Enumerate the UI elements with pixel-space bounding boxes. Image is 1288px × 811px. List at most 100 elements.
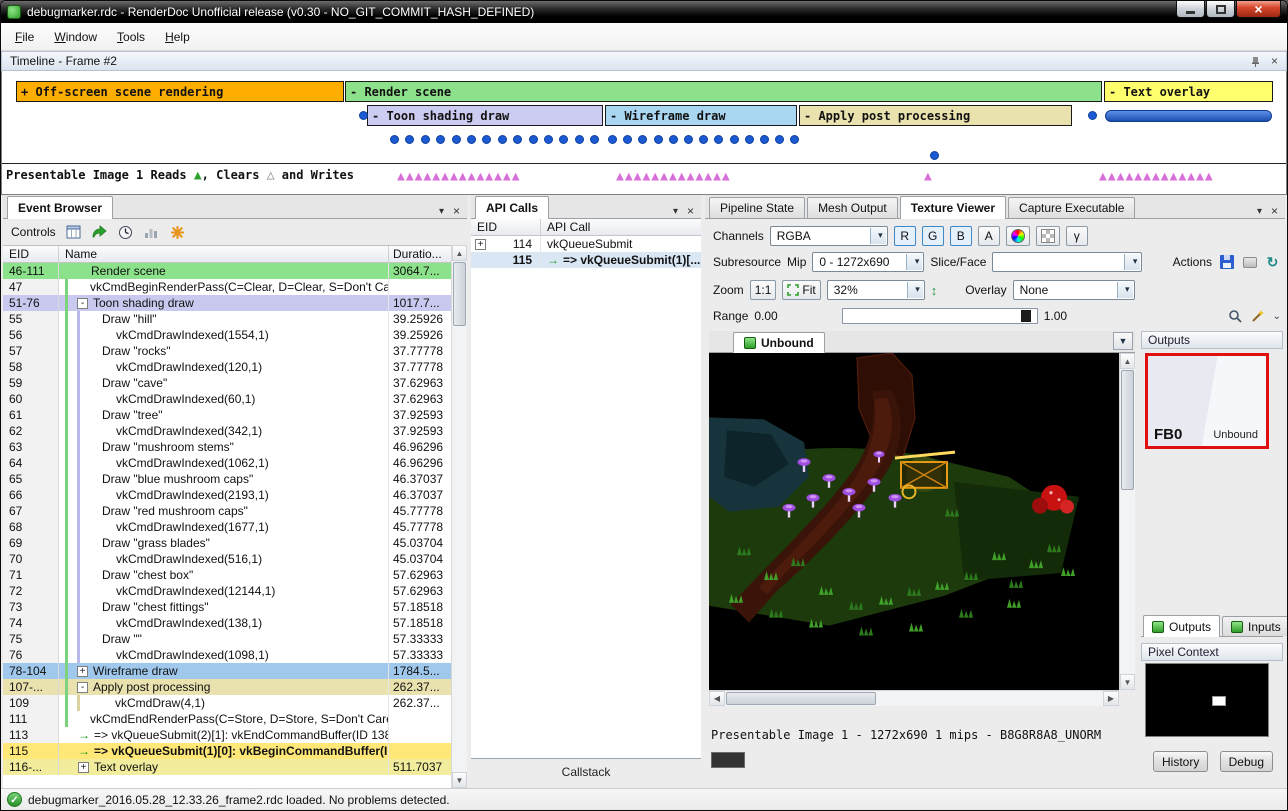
minimize-button[interactable] bbox=[1176, 1, 1205, 18]
tab-texture-viewer[interactable]: Texture Viewer bbox=[900, 196, 1006, 219]
draw-call-dot[interactable] bbox=[760, 135, 769, 144]
range-min-value[interactable]: 0.00 bbox=[754, 309, 777, 323]
draw-call-dot[interactable] bbox=[699, 135, 708, 144]
event-row[interactable]: 113→=> vkQueueSubmit(2)[1]: vkEndCommand… bbox=[3, 727, 451, 743]
draw-call-dot[interactable] bbox=[575, 135, 584, 144]
draw-call-dot[interactable] bbox=[559, 135, 568, 144]
panel-menu-icon[interactable]: ▾ bbox=[1257, 206, 1262, 217]
overlay-select[interactable]: None bbox=[1013, 280, 1135, 300]
timeline-marker-bar[interactable]: - Apply post processing bbox=[799, 105, 1072, 126]
api-table-header[interactable]: EID API Call bbox=[471, 219, 701, 236]
event-row[interactable]: 75Draw ""57.33333 bbox=[3, 631, 451, 647]
draw-call-dot[interactable] bbox=[930, 151, 939, 160]
column-api-call[interactable]: API Call bbox=[541, 219, 701, 235]
event-row[interactable]: 56vkCmdDrawIndexed(1554,1)39.25926 bbox=[3, 327, 451, 343]
event-row[interactable]: 59Draw "cave"37.62963 bbox=[3, 375, 451, 391]
range-slider[interactable] bbox=[842, 308, 1038, 324]
capture-settings-icon[interactable] bbox=[1241, 254, 1258, 271]
draw-call-dot[interactable] bbox=[669, 135, 678, 144]
timeline-panel-header[interactable]: Timeline - Frame #2 × bbox=[1, 51, 1287, 71]
scroll-up-icon[interactable]: ▲ bbox=[452, 245, 467, 261]
tab-pipeline-state[interactable]: Pipeline State bbox=[709, 197, 805, 218]
stats-icon[interactable] bbox=[143, 224, 160, 241]
alpha-channel-button[interactable]: A bbox=[978, 226, 1000, 246]
write-marker-icons[interactable]: ▲▲▲▲▲▲▲▲▲▲▲▲▲▲ bbox=[397, 169, 521, 184]
pixel-context-view[interactable] bbox=[1145, 663, 1269, 737]
event-row[interactable]: 62vkCmdDrawIndexed(342,1)37.92593 bbox=[3, 423, 451, 439]
select-columns-icon[interactable] bbox=[65, 224, 82, 241]
write-marker-icons[interactable]: ▲ bbox=[924, 169, 933, 184]
column-eid[interactable]: EID bbox=[471, 219, 541, 235]
expand-icon[interactable]: + bbox=[77, 666, 88, 677]
refresh-icon[interactable]: ↻ bbox=[1264, 254, 1281, 271]
tab-unbound-texture[interactable]: Unbound bbox=[733, 332, 825, 353]
draw-call-dot[interactable] bbox=[452, 135, 461, 144]
event-row[interactable]: 64vkCmdDrawIndexed(1062,1)46.96296 bbox=[3, 455, 451, 471]
timeline[interactable]: Presentable Image 1 Reads ▲, Clears △ an… bbox=[1, 71, 1287, 195]
panel-menu-icon[interactable]: ▾ bbox=[439, 206, 444, 217]
flip-y-icon[interactable]: ↕ bbox=[931, 283, 938, 298]
scroll-left-icon[interactable]: ◀ bbox=[709, 691, 725, 706]
draw-call-dot[interactable] bbox=[544, 135, 553, 144]
texture-list-dropdown[interactable]: ▼ bbox=[1113, 332, 1133, 350]
draw-call-span[interactable] bbox=[1105, 110, 1272, 122]
callstack-section[interactable]: Callstack bbox=[471, 758, 701, 788]
draw-call-dot[interactable] bbox=[467, 135, 476, 144]
event-row[interactable]: 67Draw "red mushroom caps"45.77778 bbox=[3, 503, 451, 519]
event-row[interactable]: 47vkCmdBeginRenderPass(C=Clear, D=Clear,… bbox=[3, 279, 451, 295]
texture-vertical-scrollbar[interactable]: ▲ ▼ bbox=[1119, 353, 1135, 690]
event-row[interactable]: 72vkCmdDrawIndexed(12144,1)57.62963 bbox=[3, 583, 451, 599]
event-row[interactable]: 74vkCmdDrawIndexed(138,1)57.18518 bbox=[3, 615, 451, 631]
timeline-marker-bar[interactable]: - Wireframe draw bbox=[605, 105, 797, 126]
zoom-1to1-button[interactable]: 1:1 bbox=[750, 280, 777, 300]
draw-call-dot[interactable] bbox=[684, 135, 693, 144]
draw-call-dot[interactable] bbox=[608, 135, 617, 144]
titlebar[interactable]: debugmarker.rdc - RenderDoc Unofficial r… bbox=[1, 1, 1287, 23]
zoom-fit-button[interactable]: Fit bbox=[782, 280, 820, 300]
event-row[interactable]: 58vkCmdDrawIndexed(120,1)37.77778 bbox=[3, 359, 451, 375]
scrollbar-thumb[interactable] bbox=[1121, 370, 1134, 490]
event-row[interactable]: 69Draw "grass blades"45.03704 bbox=[3, 535, 451, 551]
menu-tools[interactable]: Tools bbox=[107, 26, 155, 48]
tab-api-calls[interactable]: API Calls bbox=[475, 196, 549, 219]
column-duration[interactable]: Duratio... bbox=[389, 246, 451, 262]
event-row[interactable]: 73Draw "chest fittings"57.18518 bbox=[3, 599, 451, 615]
time-draws-icon[interactable] bbox=[117, 224, 134, 241]
scrollbar-thumb[interactable] bbox=[453, 262, 466, 326]
draw-call-dot[interactable] bbox=[529, 135, 538, 144]
event-row[interactable]: 51-76-Toon shading draw1017.7... bbox=[3, 295, 451, 311]
menu-help[interactable]: Help bbox=[155, 26, 200, 48]
bookmark-icon[interactable] bbox=[169, 224, 186, 241]
timeline-marker-bar[interactable]: + Off-screen scene rendering bbox=[16, 81, 344, 102]
red-channel-button[interactable]: R bbox=[894, 226, 916, 246]
event-browser-scrollbar[interactable]: ▲ ▼ bbox=[451, 245, 467, 788]
event-row[interactable]: 60vkCmdDrawIndexed(60,1)37.62963 bbox=[3, 391, 451, 407]
tab-mesh-output[interactable]: Mesh Output bbox=[807, 197, 898, 218]
draw-call-dot[interactable] bbox=[498, 135, 507, 144]
draw-call-dot[interactable] bbox=[745, 135, 754, 144]
draw-call-dot[interactable] bbox=[390, 135, 399, 144]
slice-face-select[interactable] bbox=[992, 252, 1142, 272]
range-slider-thumb[interactable] bbox=[1021, 310, 1031, 322]
column-eid[interactable]: EID bbox=[3, 246, 59, 262]
event-row[interactable]: 65Draw "blue mushroom caps"46.37037 bbox=[3, 471, 451, 487]
collapse-icon[interactable]: - bbox=[77, 682, 88, 693]
scroll-right-icon[interactable]: ▶ bbox=[1103, 691, 1119, 706]
channels-select[interactable]: RGBA bbox=[770, 226, 888, 246]
column-name[interactable]: Name bbox=[59, 246, 389, 262]
event-row[interactable]: 70vkCmdDrawIndexed(516,1)45.03704 bbox=[3, 551, 451, 567]
event-row[interactable]: 116-...+Text overlay511.7037 bbox=[3, 759, 451, 775]
draw-call-dot[interactable] bbox=[775, 135, 784, 144]
texture-display[interactable] bbox=[709, 353, 1119, 690]
panel-close-icon[interactable]: × bbox=[453, 204, 460, 218]
zoom-range-icon[interactable] bbox=[1227, 308, 1244, 325]
scroll-up-icon[interactable]: ▲ bbox=[1120, 353, 1135, 369]
export-icon[interactable] bbox=[91, 224, 108, 241]
menu-window[interactable]: Window bbox=[44, 26, 107, 48]
panel-menu-icon[interactable]: ▾ bbox=[673, 206, 678, 217]
event-row[interactable]: 78-104+Wireframe draw1784.5... bbox=[3, 663, 451, 679]
draw-call-dot[interactable] bbox=[513, 135, 522, 144]
write-marker-icons[interactable]: ▲▲▲▲▲▲▲▲▲▲▲▲▲ bbox=[616, 169, 731, 184]
zoom-level-select[interactable]: 32% bbox=[827, 280, 925, 300]
draw-call-dot[interactable] bbox=[359, 111, 368, 120]
